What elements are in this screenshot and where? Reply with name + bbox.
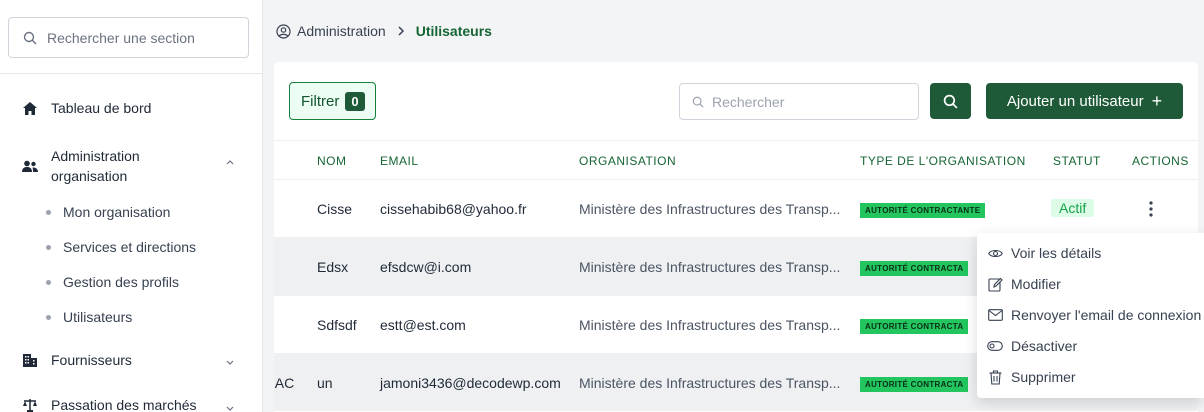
row-actions-menu: Voir les détails Modifier Renvoyer l'ema… bbox=[977, 233, 1204, 398]
sidebar-subitem-mon-organisation[interactable]: Mon organisation bbox=[46, 204, 170, 220]
breadcrumb: Administration Utilisateurs bbox=[276, 23, 492, 39]
chevron-down-icon[interactable] bbox=[224, 402, 236, 412]
cell-organisation: Ministère des Infrastructures des Transp… bbox=[579, 201, 841, 217]
cell-email: efsdcw@i.com bbox=[380, 259, 472, 275]
cell-nom: un bbox=[317, 375, 333, 391]
breadcrumb-current: Utilisateurs bbox=[415, 23, 492, 39]
bullet-icon bbox=[46, 209, 51, 215]
search-icon bbox=[692, 96, 704, 108]
menu-item-edit[interactable]: Modifier bbox=[987, 276, 1061, 292]
sidebar-divider bbox=[0, 73, 263, 74]
user-circle-icon bbox=[276, 23, 291, 39]
sidebar-item-dashboard[interactable]: Tableau de bord bbox=[22, 100, 151, 116]
sidebar-item-passation[interactable]: Passation des marchés bbox=[22, 397, 197, 412]
status-badge: Actif bbox=[1051, 199, 1095, 217]
cell-organisation: Ministère des Infrastructures des Transp… bbox=[579, 375, 841, 391]
cell-email: estt@est.com bbox=[380, 317, 466, 333]
add-user-button[interactable]: Ajouter un utilisateur + bbox=[986, 83, 1183, 119]
user-search-placeholder: Rechercher bbox=[712, 93, 785, 110]
sidebar-item-label: Fournisseurs bbox=[51, 352, 132, 368]
org-type-badge: AUTORITÉ CONTRACTA bbox=[860, 319, 969, 334]
cell-organisation: Ministère des Infrastructures des Transp… bbox=[579, 317, 841, 333]
sidebar-subitem-utilisateurs[interactable]: Utilisateurs bbox=[46, 309, 132, 325]
org-type-badge: AUTORITÉ CONTRACTA bbox=[860, 261, 969, 276]
eye-icon bbox=[987, 245, 1003, 261]
mail-icon bbox=[987, 307, 1003, 323]
table-header: NOM EMAIL ORGANISATION TYPE DE L'ORGANIS… bbox=[274, 140, 1198, 179]
kebab-menu-icon[interactable] bbox=[1148, 200, 1154, 218]
table-row[interactable]: Cisse cissehabib68@yahoo.fr Ministère de… bbox=[274, 179, 1198, 237]
sidebar-subitem-profils[interactable]: Gestion des profils bbox=[46, 274, 179, 290]
org-type-badge: AUTORITÉ CONTRACTANTE bbox=[860, 203, 986, 218]
user-search-input[interactable]: Rechercher bbox=[679, 83, 919, 120]
filter-button[interactable]: Filtrer 0 bbox=[289, 82, 376, 120]
home-icon bbox=[22, 100, 38, 116]
cell-nom: Sdfsdf bbox=[317, 317, 357, 333]
menu-item-label: Supprimer bbox=[1011, 369, 1076, 385]
menu-item-label: Désactiver bbox=[1011, 338, 1078, 354]
chevron-up-icon[interactable] bbox=[224, 156, 236, 168]
search-button[interactable] bbox=[930, 83, 971, 119]
sidebar-item-label: Passation des marchés bbox=[51, 397, 197, 412]
sidebar: Rechercher une section Tableau de bord A… bbox=[0, 0, 263, 412]
cell-prefix: r AC bbox=[274, 375, 295, 391]
sidebar-subitem-label: Services et directions bbox=[63, 239, 197, 255]
menu-item-label: Voir les détails bbox=[1011, 245, 1102, 261]
filter-count-badge: 0 bbox=[345, 91, 365, 111]
sidebar-item-label-cont: organisation bbox=[51, 168, 128, 184]
sidebar-item-admin-organisation[interactable]: Administration organisation bbox=[22, 146, 140, 186]
building-icon bbox=[22, 352, 38, 368]
col-header-email[interactable]: EMAIL bbox=[380, 154, 419, 168]
cell-nom: Cisse bbox=[317, 201, 353, 217]
bullet-icon bbox=[46, 314, 51, 320]
users-icon bbox=[22, 158, 38, 174]
col-header-actions: ACTIONS bbox=[1132, 154, 1189, 168]
menu-item-resend-email[interactable]: Renvoyer l'email de connexion bbox=[987, 307, 1201, 323]
add-user-label: Ajouter un utilisateur bbox=[1006, 92, 1144, 110]
toggle-icon bbox=[987, 338, 1003, 354]
org-type-badge: AUTORITÉ CONTRACTA bbox=[860, 377, 969, 392]
col-header-nom[interactable]: NOM bbox=[317, 154, 347, 168]
plus-icon: + bbox=[1151, 90, 1163, 111]
search-icon bbox=[23, 31, 37, 44]
section-search-input[interactable]: Rechercher une section bbox=[8, 17, 249, 58]
cell-email: jamoni3436@decodewp.com bbox=[380, 375, 561, 391]
col-header-type[interactable]: TYPE DE L'ORGANISATION bbox=[860, 154, 1026, 168]
menu-item-deactivate[interactable]: Désactiver bbox=[987, 338, 1077, 354]
search-icon bbox=[943, 94, 958, 109]
col-header-organisation[interactable]: ORGANISATION bbox=[579, 154, 676, 168]
sidebar-subitem-label: Gestion des profils bbox=[63, 274, 179, 290]
sidebar-subitem-label: Utilisateurs bbox=[63, 309, 133, 325]
sidebar-subitem-services[interactable]: Services et directions bbox=[46, 239, 196, 255]
col-header-statut[interactable]: STATUT bbox=[1053, 154, 1101, 168]
filter-label: Filtrer bbox=[301, 92, 340, 110]
scale-icon bbox=[22, 397, 38, 412]
trash-icon bbox=[987, 369, 1003, 385]
cell-nom: Edsx bbox=[317, 259, 349, 275]
sidebar-item-label: Tableau de bord bbox=[51, 100, 152, 116]
chevron-down-icon[interactable] bbox=[224, 356, 236, 368]
menu-item-label: Modifier bbox=[1011, 276, 1061, 292]
menu-item-label: Renvoyer l'email de connexion bbox=[1011, 307, 1202, 323]
bullet-icon bbox=[46, 279, 51, 285]
edit-icon bbox=[987, 276, 1003, 292]
menu-item-view-details[interactable]: Voir les détails bbox=[987, 245, 1101, 261]
cell-email: cissehabib68@yahoo.fr bbox=[380, 201, 527, 217]
sidebar-subitem-label: Mon organisation bbox=[63, 204, 171, 220]
sidebar-item-fournisseurs[interactable]: Fournisseurs bbox=[22, 352, 132, 368]
section-search-placeholder: Rechercher une section bbox=[47, 29, 195, 46]
sidebar-item-label: Administration bbox=[51, 148, 140, 164]
cell-organisation: Ministère des Infrastructures des Transp… bbox=[579, 259, 841, 275]
breadcrumb-parent[interactable]: Administration bbox=[297, 23, 386, 39]
chevron-right-icon bbox=[398, 26, 404, 36]
bullet-icon bbox=[46, 244, 51, 250]
menu-item-delete[interactable]: Supprimer bbox=[987, 369, 1076, 385]
